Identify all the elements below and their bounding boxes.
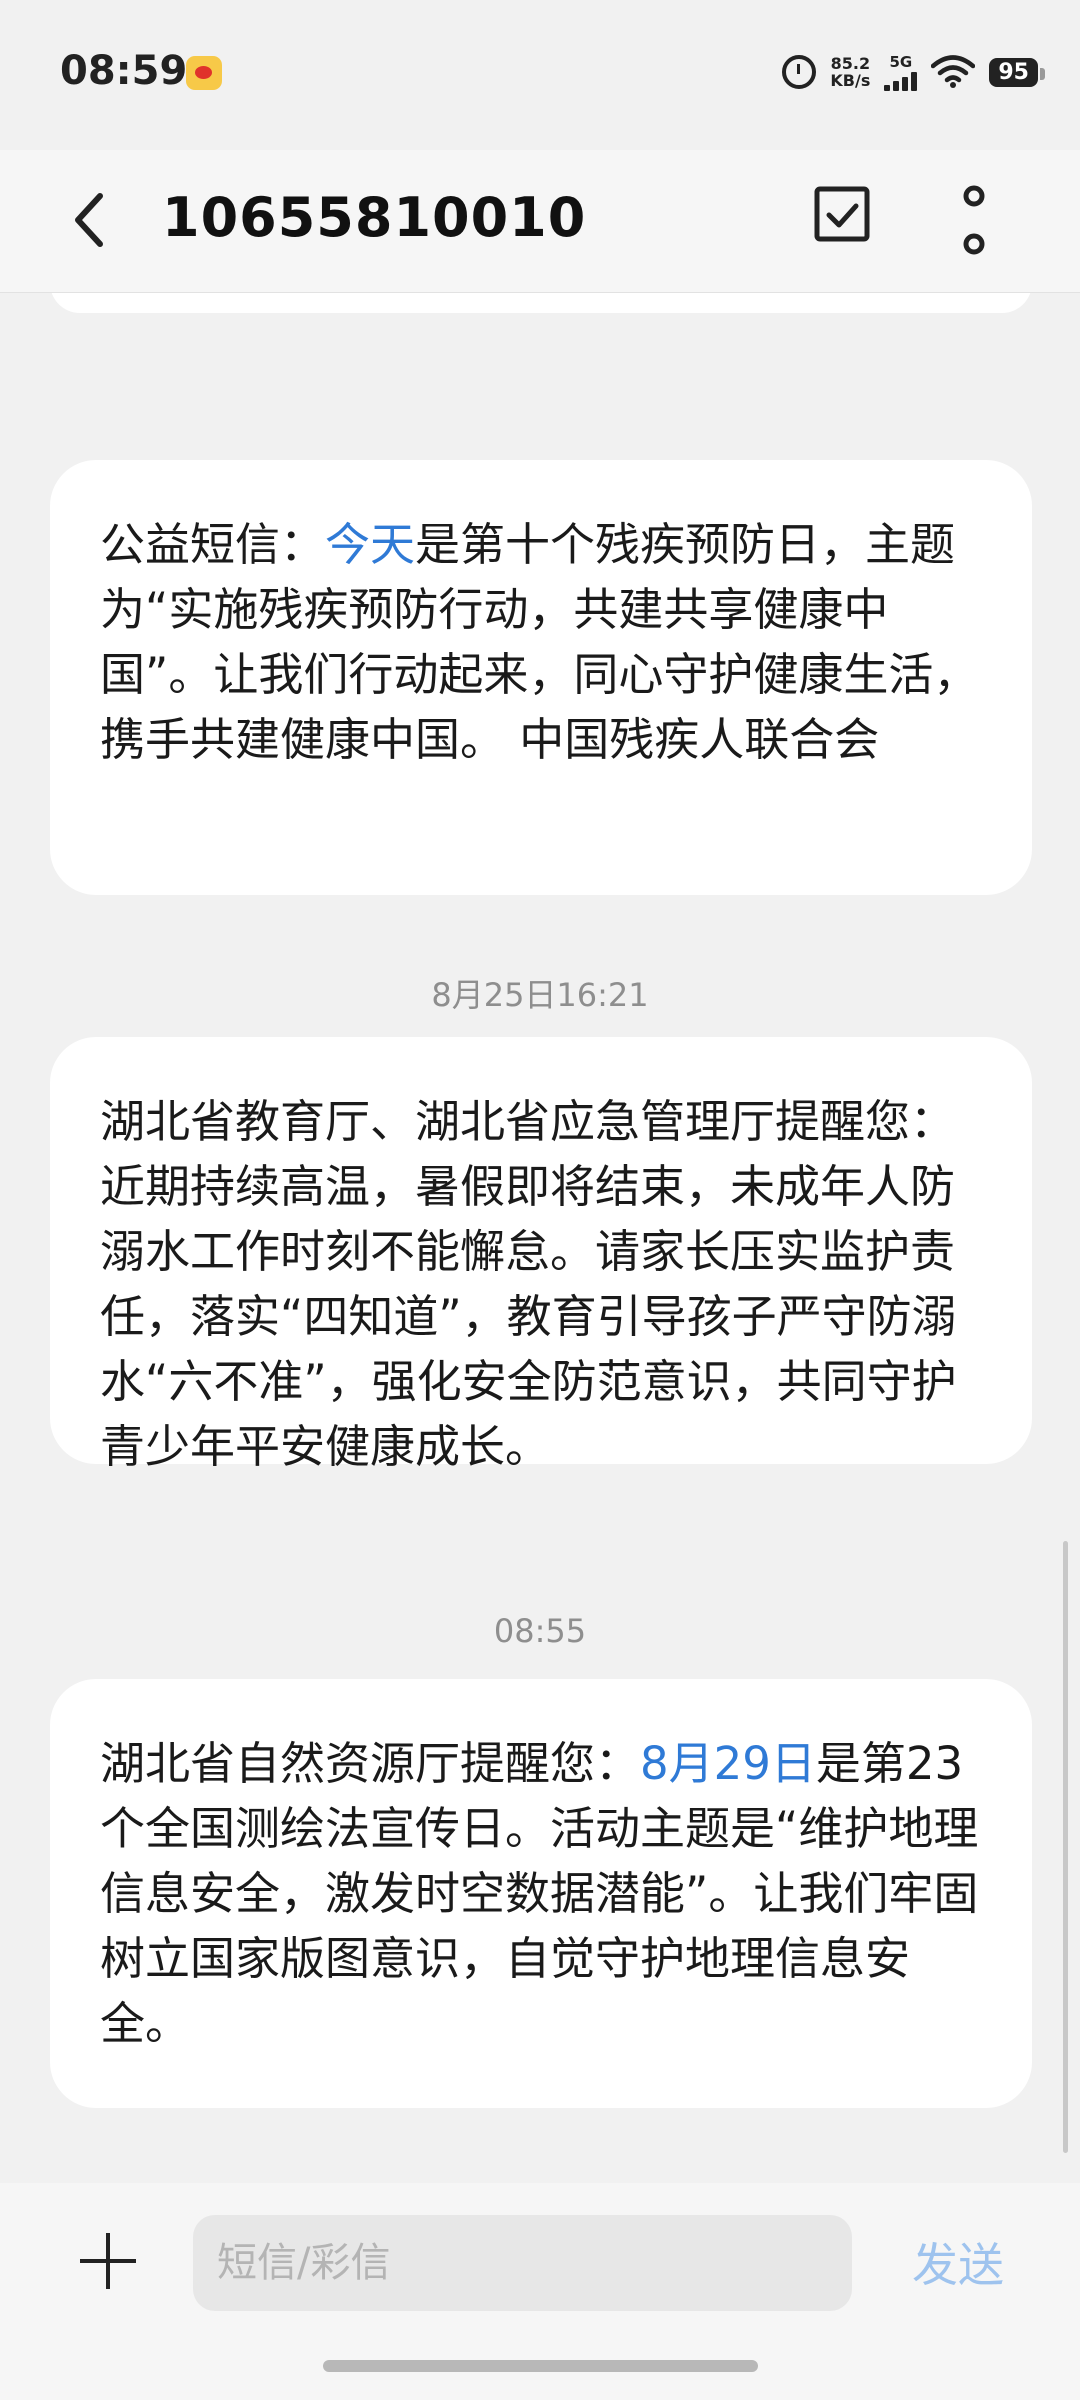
message-timestamp: 08:55 [493, 1612, 587, 1650]
status-bar: 08:59 85.2 KB/s 5G 95 [0, 0, 1080, 150]
network-type: 5G [889, 53, 913, 71]
message-bubble-partial [50, 293, 1032, 313]
message-input[interactable] [193, 2215, 852, 2311]
net-speed-value: 85.2 [830, 54, 871, 73]
message-list[interactable]: 公益短信：今天是第十个残疾预防日，主题为“实施残疾预防行动，共建共享健康中国”。… [0, 293, 1080, 2183]
wifi-icon [931, 55, 976, 88]
message-bubble[interactable]: 公益短信：今天是第十个残疾预防日，主题为“实施残疾预防行动，共建共享健康中国”。… [50, 460, 1032, 895]
message-text: 湖北省自然资源厅提醒您： [100, 1737, 641, 1790]
signal-group: 5G [884, 53, 918, 91]
alarm-icon [782, 55, 817, 89]
message-timestamp: 8月25日16:21 [431, 976, 649, 1014]
more-vertical-icon[interactable] [944, 178, 1004, 262]
signal-icon [884, 71, 918, 91]
send-button[interactable]: 发送 [912, 2229, 1004, 2295]
plus-icon[interactable] [80, 2233, 136, 2289]
message-timestamp-faded [0, 411, 1080, 446]
conversation-header: 10655810010 [0, 150, 1080, 293]
conversation-title: 10655810010 [162, 186, 587, 249]
back-arrow-icon[interactable] [64, 182, 124, 258]
status-time: 08:59 [60, 48, 188, 94]
net-speed: 85.2 KB/s [830, 55, 870, 89]
scrollbar[interactable] [1063, 1541, 1068, 2153]
date-link[interactable]: 8月29日 [640, 1737, 816, 1790]
message-bubble[interactable]: 湖北省自然资源厅提醒您：8月29日是第23个全国测绘法宣传日。活动主题是“维护地… [50, 1679, 1032, 2108]
weibo-icon [186, 56, 222, 90]
message-bubble[interactable]: 湖北省教育厅、湖北省应急管理厅提醒您：近期持续高温，暑假即将结束，未成年人防溺水… [50, 1037, 1032, 1473]
net-speed-unit: KB/s [830, 71, 871, 90]
message-text: 湖北省教育厅、湖北省应急管理厅提醒您：近期持续高温，暑假即将结束，未成年人防溺水… [100, 1095, 957, 1473]
date-link[interactable]: 今天 [325, 518, 415, 571]
message-text: 公益短信： [100, 518, 326, 571]
status-icons: 85.2 KB/s 5G 95 [782, 48, 1045, 96]
select-checkbox-icon[interactable] [812, 184, 872, 244]
battery-icon: 95 [989, 57, 1045, 87]
home-indicator[interactable] [323, 2360, 758, 2372]
